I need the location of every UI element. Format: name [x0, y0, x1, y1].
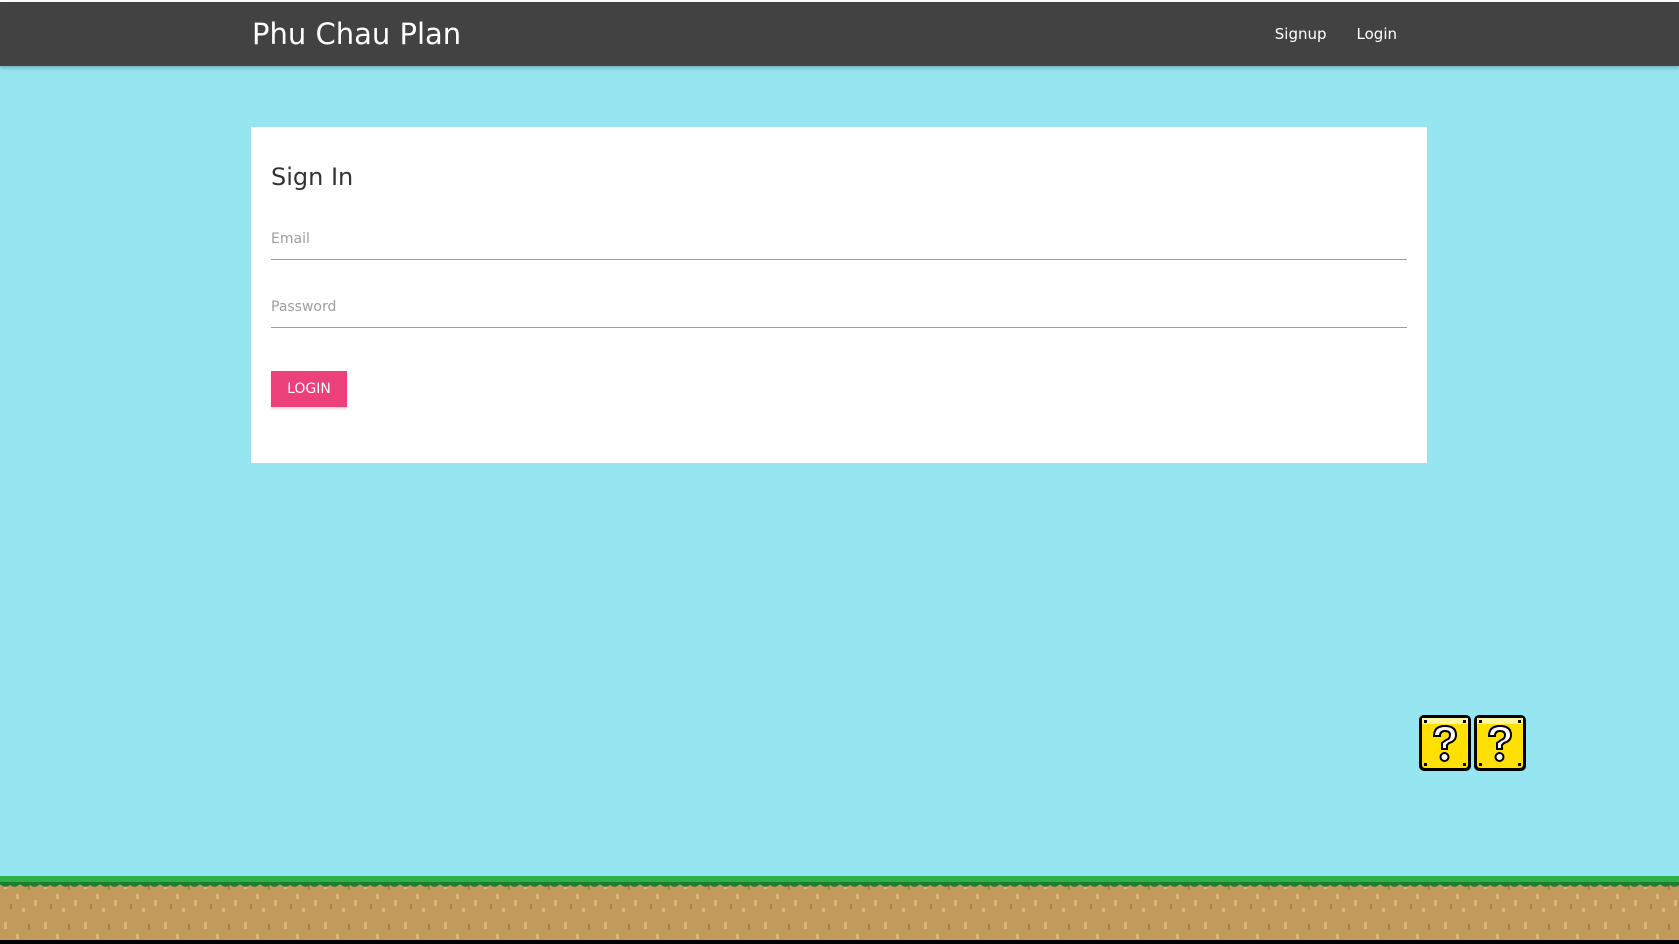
brand-logo[interactable]: Phu Chau Plan — [252, 16, 461, 52]
signin-card: Sign In LOGIN — [251, 127, 1427, 463]
nav-signup-link[interactable]: Signup — [1260, 25, 1342, 43]
bottom-edge — [0, 940, 1679, 944]
signin-title: Sign In — [271, 163, 354, 191]
login-button[interactable]: LOGIN — [271, 371, 347, 407]
question-block-icon — [1474, 715, 1526, 771]
navbar: Phu Chau Plan Signup Login — [0, 2, 1679, 66]
question-block-icon — [1419, 715, 1471, 771]
nav-login-link[interactable]: Login — [1342, 25, 1412, 43]
grass-ground-icon — [0, 876, 1679, 944]
email-field[interactable] — [271, 219, 1407, 260]
password-field[interactable] — [271, 287, 1407, 328]
question-blocks — [1419, 715, 1526, 771]
nav-links: Signup Login — [1260, 2, 1412, 66]
